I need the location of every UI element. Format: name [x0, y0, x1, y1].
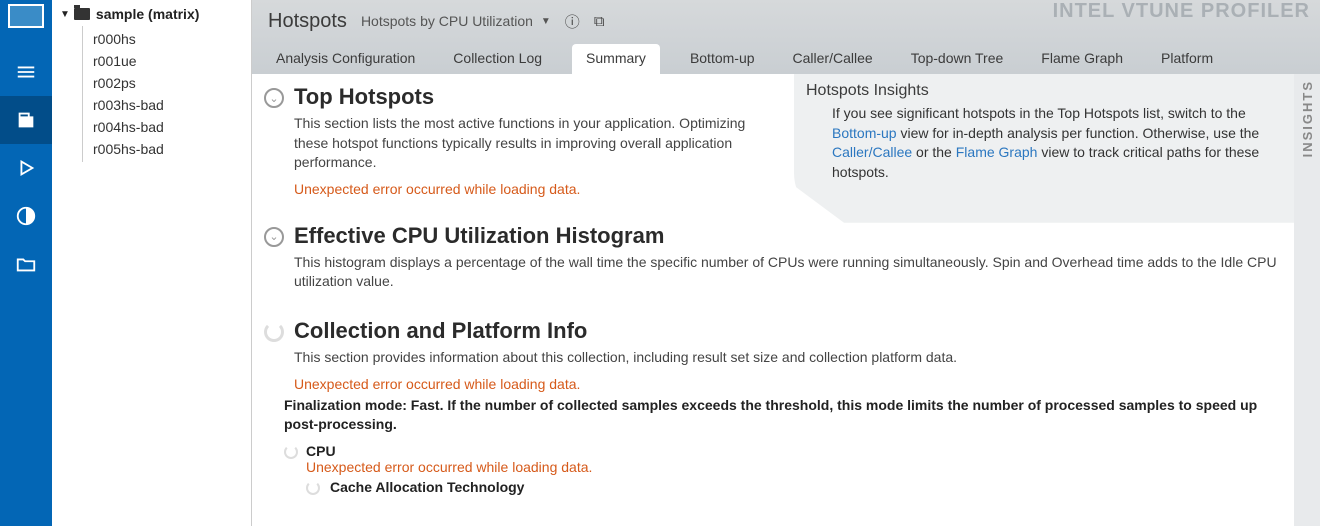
error-text: Unexpected error occurred while loading … [294, 376, 1282, 392]
compare-icon [15, 205, 37, 227]
section-collection-info: Collection and Platform Info This sectio… [264, 318, 1282, 495]
tab-summary[interactable]: Summary [572, 44, 660, 74]
header: INTEL VTUNE PROFILER Hotspots Hotspots b… [252, 0, 1320, 74]
analysis-type-dropdown[interactable]: Hotspots by CPU Utilization [361, 13, 533, 29]
link-bottom-up[interactable]: Bottom-up [832, 125, 897, 141]
nav-compare[interactable] [0, 192, 52, 240]
section-desc: This histogram displays a percentage of … [294, 253, 1282, 292]
nav-open[interactable] [0, 240, 52, 288]
left-nav [0, 0, 52, 526]
tree-item[interactable]: r003hs-bad [93, 94, 251, 116]
cat-label: Cache Allocation Technology [330, 479, 524, 495]
tab-top-down-tree[interactable]: Top-down Tree [903, 44, 1012, 74]
tree-children: r000hs r001ue r002ps r003hs-bad r004hs-b… [82, 26, 251, 162]
app-logo [8, 4, 44, 28]
spinner-icon [264, 322, 284, 342]
section-top-hotspots: ⌄ Top Hotspots This section lists the mo… [264, 84, 764, 197]
section-title: Collection and Platform Info [294, 318, 1282, 344]
tab-caller-callee[interactable]: Caller/Callee [785, 44, 881, 74]
tabs: Analysis Configuration Collection Log Su… [268, 44, 1304, 74]
folder-icon [74, 8, 90, 20]
tree-item[interactable]: r004hs-bad [93, 116, 251, 138]
cpu-label: CPU [306, 443, 336, 459]
cat-item: Cache Allocation Technology [306, 479, 1282, 495]
chevron-down-icon: ▼ [60, 9, 70, 20]
help-icon[interactable]: ⓘ [565, 11, 580, 32]
tab-bottom-up[interactable]: Bottom-up [682, 44, 763, 74]
link-flame-graph[interactable]: Flame Graph [956, 144, 1038, 160]
nav-project[interactable] [0, 96, 52, 144]
insights-rail-label: INSIGHTS [1300, 80, 1315, 157]
menu-icon [15, 61, 37, 83]
content: ⌄ Top Hotspots This section lists the mo… [252, 74, 1294, 526]
collapse-icon[interactable]: ⌄ [264, 227, 284, 247]
section-desc: This section lists the most active funct… [294, 114, 764, 173]
tree-item[interactable]: r001ue [93, 50, 251, 72]
insights-title: Hotspots Insights [806, 82, 1282, 100]
spinner-icon [306, 481, 320, 495]
section-title: Top Hotspots [294, 84, 764, 110]
section-desc: This section provides information about … [294, 348, 1282, 368]
section-title: Effective CPU Utilization Histogram [294, 223, 1282, 249]
chevron-down-icon[interactable]: ▼ [541, 16, 551, 27]
insights-rail[interactable]: INSIGHTS [1294, 74, 1320, 526]
copy-icon[interactable]: ⧉ [594, 13, 605, 30]
project-icon [15, 109, 37, 131]
tree-item[interactable]: r002ps [93, 72, 251, 94]
collapse-icon[interactable]: ⌄ [264, 88, 284, 108]
project-tree: ▼ sample (matrix) r000hs r001ue r002ps r… [52, 0, 252, 526]
error-text: Unexpected error occurred while loading … [294, 181, 764, 197]
nav-play[interactable] [0, 144, 52, 192]
link-caller-callee[interactable]: Caller/Callee [832, 144, 912, 160]
nav-menu[interactable] [0, 48, 52, 96]
page-title: Hotspots [268, 10, 347, 33]
tab-flame-graph[interactable]: Flame Graph [1033, 44, 1131, 74]
folder-icon [15, 253, 37, 275]
cpu-item: CPU [284, 443, 1282, 459]
insights-box: Hotspots Insights If you see significant… [794, 74, 1294, 223]
tab-analysis-configuration[interactable]: Analysis Configuration [268, 44, 423, 74]
tab-platform[interactable]: Platform [1153, 44, 1221, 74]
brand-text: INTEL VTUNE PROFILER [1053, 0, 1310, 23]
spinner-icon [284, 445, 298, 459]
insights-text: If you see significant hotspots in the T… [806, 104, 1282, 182]
tree-root-label: sample (matrix) [96, 6, 199, 22]
main: INTEL VTUNE PROFILER Hotspots Hotspots b… [252, 0, 1320, 526]
tree-item[interactable]: r000hs [93, 28, 251, 50]
section-cpu-histogram: ⌄ Effective CPU Utilization Histogram Th… [264, 223, 1282, 292]
error-text: Unexpected error occurred while loading … [306, 459, 1282, 475]
play-icon [15, 157, 37, 179]
tree-item[interactable]: r005hs-bad [93, 138, 251, 160]
tab-collection-log[interactable]: Collection Log [445, 44, 550, 74]
finalization-note: Finalization mode: Fast. If the number o… [284, 396, 1282, 435]
tree-root[interactable]: ▼ sample (matrix) [60, 6, 251, 22]
